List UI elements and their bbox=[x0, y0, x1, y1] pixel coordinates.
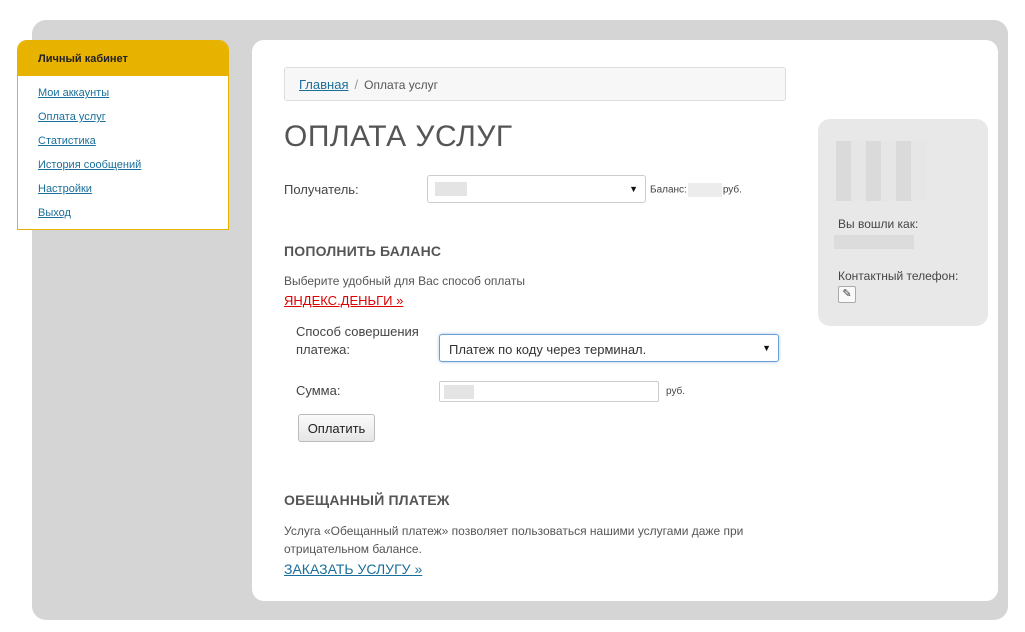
sidebar-menu: Мои аккаунты Оплата услуг Статистика Ист… bbox=[18, 76, 228, 225]
page-title: ОПЛАТА УСЛУГ bbox=[284, 120, 513, 153]
sidebar-link-payment[interactable]: Оплата услуг bbox=[38, 111, 106, 123]
balance-display: Баланс: руб. bbox=[650, 183, 742, 197]
user-panel: Вы вошли как: Контактный телефон: ✎ bbox=[818, 119, 988, 326]
chevron-down-icon: ▼ bbox=[762, 343, 771, 353]
order-service-link[interactable]: ЗАКАЗАТЬ УСЛУГУ » bbox=[284, 561, 422, 577]
sum-input[interactable] bbox=[439, 381, 659, 402]
balance-amount-redacted bbox=[687, 183, 722, 197]
sidebar-item-messages: История сообщений bbox=[18, 153, 228, 177]
sidebar-item-accounts: Мои аккаунты bbox=[18, 81, 228, 105]
breadcrumb-current: Оплата услуг bbox=[364, 78, 438, 92]
balance-label: Баланс: bbox=[650, 184, 687, 196]
payment-method-label-line1: Способ совершения bbox=[296, 324, 419, 339]
avatar bbox=[836, 141, 926, 201]
breadcrumb-separator: / bbox=[354, 77, 359, 92]
payment-method-select[interactable]: Платеж по коду через терминал. ▼ bbox=[439, 334, 779, 362]
balance-unit: руб. bbox=[722, 184, 742, 196]
promised-description-line1: Услуга «Обещанный платеж» позволяет поль… bbox=[284, 524, 744, 538]
sidebar-item-payment: Оплата услуг bbox=[18, 105, 228, 129]
breadcrumb: Главная / Оплата услуг bbox=[284, 67, 786, 101]
sidebar-link-messages[interactable]: История сообщений bbox=[38, 159, 141, 171]
payment-method-label: Способ совершения платежа: bbox=[296, 323, 419, 359]
promised-description-line2: отрицательном балансе. bbox=[284, 542, 422, 556]
sidebar: Личный кабинет Мои аккаунты Оплата услуг… bbox=[17, 40, 229, 230]
payment-method-label-line2: платежа: bbox=[296, 342, 350, 357]
phone-label: Контактный телефон: bbox=[838, 269, 959, 283]
chevron-down-icon: ▼ bbox=[629, 184, 638, 194]
topup-description: Выберите удобный для Вас способ оплаты bbox=[284, 274, 525, 288]
recipient-select[interactable]: ▼ bbox=[427, 175, 646, 203]
sidebar-link-settings[interactable]: Настройки bbox=[38, 183, 92, 195]
sidebar-link-statistics[interactable]: Статистика bbox=[38, 135, 96, 147]
sidebar-title: Личный кабинет bbox=[18, 41, 228, 76]
sum-label: Сумма: bbox=[296, 383, 341, 398]
user-name-redacted bbox=[834, 235, 914, 249]
recipient-label: Получатель: bbox=[284, 182, 359, 197]
promised-description: Услуга «Обещанный платеж» позволяет поль… bbox=[284, 522, 743, 558]
sidebar-link-accounts[interactable]: Мои аккаунты bbox=[38, 87, 109, 99]
breadcrumb-home-link[interactable]: Главная bbox=[299, 77, 348, 92]
sidebar-item-logout: Выход bbox=[18, 201, 228, 225]
recipient-value-redacted bbox=[435, 182, 467, 196]
yandex-money-link[interactable]: ЯНДЕКС.ДЕНЬГИ » bbox=[284, 293, 403, 308]
topup-section-title: ПОПОЛНИТЬ БАЛАНС bbox=[284, 243, 442, 259]
sidebar-item-settings: Настройки bbox=[18, 177, 228, 201]
logged-in-label: Вы вошли как: bbox=[838, 217, 919, 231]
sum-value-redacted bbox=[444, 385, 474, 399]
pay-button[interactable]: Оплатить bbox=[298, 414, 375, 442]
edit-phone-button[interactable]: ✎ bbox=[838, 286, 856, 303]
pencil-icon: ✎ bbox=[842, 288, 852, 300]
sum-unit: руб. bbox=[666, 386, 686, 397]
promised-section-title: ОБЕЩАННЫЙ ПЛАТЕЖ bbox=[284, 492, 450, 508]
sidebar-item-statistics: Статистика bbox=[18, 129, 228, 153]
payment-method-value: Платеж по коду через терминал. bbox=[449, 342, 647, 357]
sidebar-link-logout[interactable]: Выход bbox=[38, 207, 71, 219]
